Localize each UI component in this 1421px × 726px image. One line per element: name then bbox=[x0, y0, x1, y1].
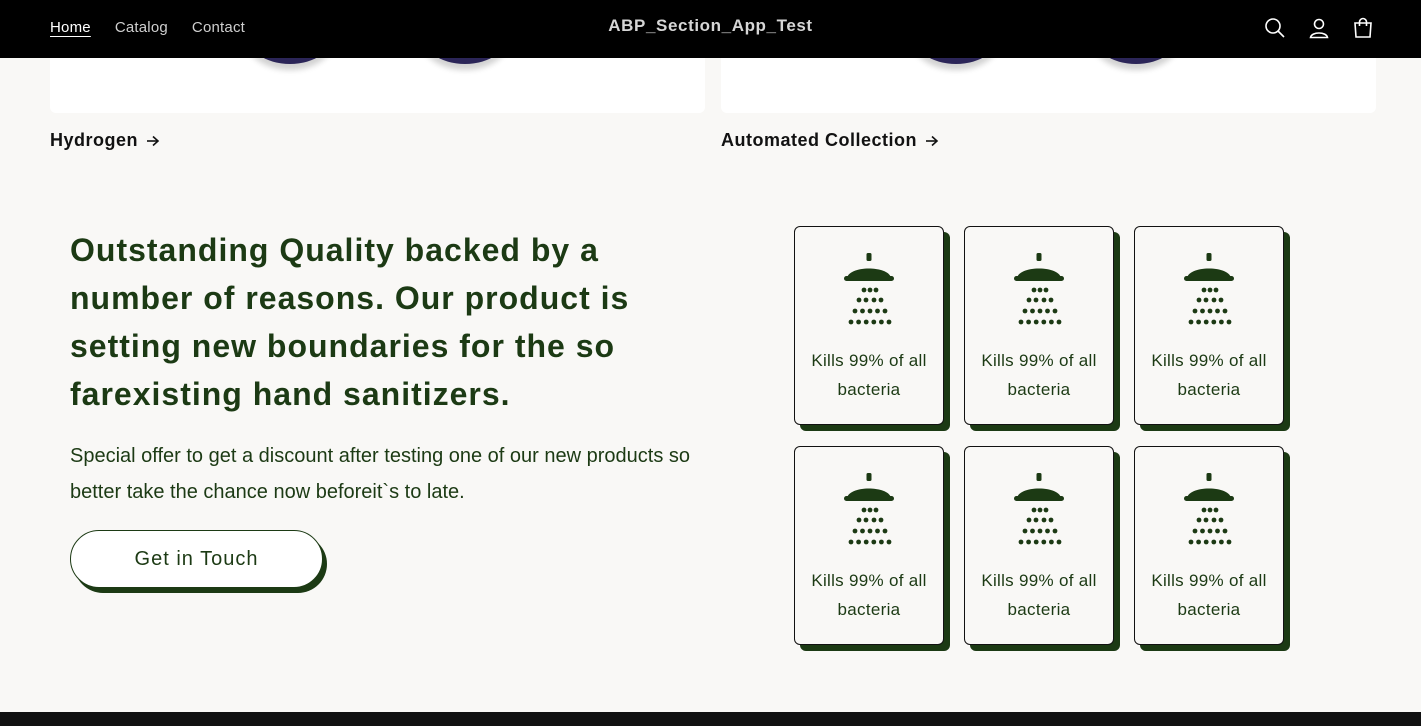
arrow-right-icon bbox=[926, 135, 939, 146]
feature-label: Kills 99% of all bacteria bbox=[811, 351, 927, 399]
collection-title: Hydrogen bbox=[50, 130, 139, 150]
feature-label: Kills 99% of all bacteria bbox=[981, 571, 1097, 619]
shower-icon bbox=[835, 253, 903, 331]
feature-card: Kills 99% of all bacteria bbox=[964, 226, 1114, 425]
feature-label: Kills 99% of all bacteria bbox=[1151, 571, 1267, 619]
collection-link-hydrogen[interactable]: Hydrogen bbox=[50, 130, 160, 151]
shower-icon bbox=[1005, 473, 1073, 551]
nav-catalog-link[interactable]: Catalog bbox=[115, 19, 168, 36]
get-in-touch-button[interactable]: Get in Touch bbox=[70, 530, 323, 588]
feature-card: Kills 99% of all bacteria bbox=[1134, 226, 1284, 425]
nav-contact-link[interactable]: Contact bbox=[192, 19, 245, 36]
feature-label: Kills 99% of all bacteria bbox=[1151, 351, 1267, 399]
feature-card: Kills 99% of all bacteria bbox=[794, 226, 944, 425]
shower-icon bbox=[1175, 473, 1243, 551]
feature-card: Kills 99% of all bacteria bbox=[794, 446, 944, 645]
search-icon[interactable] bbox=[1261, 14, 1289, 42]
shower-icon bbox=[1005, 253, 1073, 331]
promo-text: Special offer to get a discount after te… bbox=[70, 445, 691, 503]
cart-icon[interactable] bbox=[1349, 14, 1377, 42]
main-nav: Home Catalog Contact bbox=[50, 0, 269, 55]
nav-home-link[interactable]: Home bbox=[50, 19, 91, 36]
collection-link-automated[interactable]: Automated Collection bbox=[721, 130, 939, 151]
site-header: Home Catalog Contact ABP_Section_App_Tes… bbox=[0, 0, 1421, 58]
feature-label: Kills 99% of all bacteria bbox=[981, 351, 1097, 399]
header-actions bbox=[1261, 14, 1377, 42]
feature-card: Kills 99% of all bacteria bbox=[964, 446, 1114, 645]
account-icon[interactable] bbox=[1305, 14, 1333, 42]
shower-icon bbox=[835, 473, 903, 551]
shower-icon bbox=[1175, 253, 1243, 331]
feature-label: Kills 99% of all bacteria bbox=[811, 571, 927, 619]
footer-bar bbox=[0, 712, 1421, 726]
site-title[interactable]: ABP_Section_App_Test bbox=[608, 16, 812, 35]
arrow-right-icon bbox=[147, 135, 160, 146]
feature-card: Kills 99% of all bacteria bbox=[1134, 446, 1284, 645]
collection-title: Automated Collection bbox=[721, 130, 918, 150]
promo-heading: Outstanding Quality backed by a number o… bbox=[70, 232, 630, 412]
